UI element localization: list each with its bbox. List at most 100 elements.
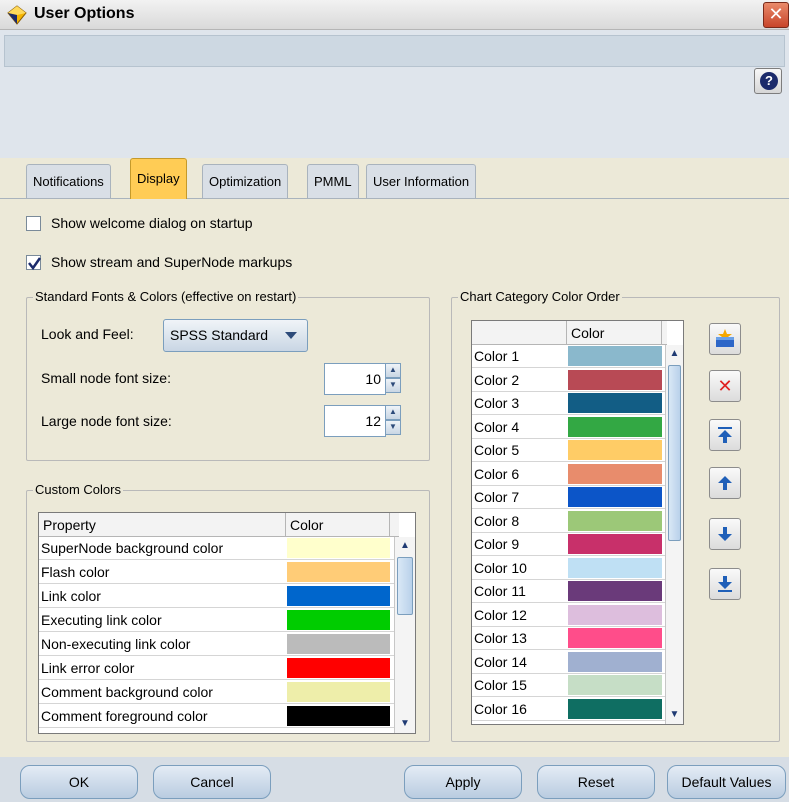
list-item[interactable]: Color 7 (472, 486, 665, 509)
list-item[interactable]: Color 16 (472, 698, 665, 721)
color-swatch[interactable] (568, 393, 662, 413)
window-title: User Options (34, 5, 135, 22)
list-item[interactable]: Color 2 (472, 369, 665, 392)
delete-icon: ✕ (717, 376, 733, 396)
color-swatch[interactable] (568, 604, 662, 625)
list-item[interactable]: Color 13 (472, 627, 665, 650)
list-item[interactable]: Color 1 (472, 345, 665, 368)
table-row[interactable]: Flash color (39, 561, 394, 584)
checkmark-icon (28, 257, 42, 271)
color-swatch[interactable] (568, 698, 662, 719)
look-and-feel-dropdown[interactable]: SPSS Standard (163, 319, 308, 352)
default-values-button[interactable]: Default Values (667, 765, 786, 799)
list-item[interactable]: Color 8 (472, 510, 665, 533)
list-item[interactable]: Color 15 (472, 674, 665, 697)
list-item[interactable]: Color 5 (472, 439, 665, 462)
tab-user-information[interactable]: User Information (366, 164, 477, 198)
chart-colors-scrollbar[interactable]: ▲ ▼ (665, 345, 683, 724)
list-item[interactable]: Color 10 (472, 557, 665, 580)
list-item[interactable]: Color 14 (472, 651, 665, 674)
help-button[interactable]: ? (754, 68, 782, 94)
scrollbar-thumb[interactable] (397, 557, 413, 615)
color-swatch[interactable] (568, 416, 662, 437)
large-font-stepper[interactable]: ▲ ▼ (385, 405, 401, 435)
apply-button[interactable]: Apply (404, 765, 522, 799)
table-header: Color (472, 321, 667, 345)
small-font-input[interactable]: 10 (324, 363, 386, 395)
increment-icon[interactable]: ▲ (385, 405, 401, 420)
color-swatch[interactable] (287, 658, 390, 678)
color-name: Color 5 (474, 442, 520, 458)
show-welcome-checkbox[interactable] (26, 216, 41, 231)
table-row[interactable]: SuperNode background color (39, 537, 394, 560)
increment-icon[interactable]: ▲ (385, 363, 401, 378)
close-button[interactable]: ✕ (763, 2, 789, 28)
show-markups-label: Show stream and SuperNode markups (51, 254, 293, 270)
color-swatch[interactable] (568, 581, 662, 601)
tab-divider (0, 198, 789, 199)
ok-button[interactable]: OK (20, 765, 138, 799)
color-swatch[interactable] (568, 346, 662, 366)
color-swatch[interactable] (568, 463, 662, 484)
move-up-button[interactable] (709, 467, 741, 499)
move-up-icon (718, 476, 732, 490)
custom-colors-scrollbar[interactable]: ▲ ▼ (394, 537, 415, 733)
table-row[interactable]: Executing link color (39, 609, 394, 632)
table-row[interactable]: Comment foreground color (39, 705, 394, 728)
color-swatch[interactable] (568, 557, 662, 578)
column-header-color[interactable]: Color (286, 513, 390, 537)
scroll-up-icon[interactable]: ▲ (666, 345, 683, 363)
large-font-input[interactable]: 12 (324, 405, 386, 437)
color-swatch[interactable] (568, 510, 662, 531)
scroll-up-icon[interactable]: ▲ (395, 537, 415, 555)
table-row[interactable]: Link color (39, 585, 394, 608)
decrement-icon[interactable]: ▼ (385, 378, 401, 393)
small-font-stepper[interactable]: ▲ ▼ (385, 363, 401, 393)
cancel-button[interactable]: Cancel (153, 765, 271, 799)
color-swatch[interactable] (287, 682, 390, 702)
color-swatch[interactable] (568, 440, 662, 460)
list-item[interactable]: Color 3 (472, 392, 665, 415)
list-item[interactable]: Color 11 (472, 580, 665, 603)
tab-display[interactable]: Display (130, 158, 187, 199)
list-item[interactable]: Color 12 (472, 604, 665, 627)
show-markups-checkbox[interactable] (26, 255, 42, 271)
tab-optimization[interactable]: Optimization (202, 164, 289, 198)
color-swatch[interactable] (287, 610, 390, 630)
color-swatch[interactable] (287, 706, 390, 726)
tab-pmml[interactable]: PMML (307, 164, 359, 198)
table-row[interactable]: Link error color (39, 657, 394, 680)
table-row[interactable]: Non-executing link color (39, 633, 394, 656)
color-swatch[interactable] (568, 369, 662, 390)
color-swatch[interactable] (287, 538, 390, 558)
delete-button[interactable]: ✕ (709, 370, 741, 402)
add-color-button[interactable] (709, 323, 741, 355)
scroll-down-icon[interactable]: ▼ (395, 715, 415, 733)
list-item[interactable]: Color 6 (472, 463, 665, 486)
decrement-icon[interactable]: ▼ (385, 420, 401, 435)
color-name: Color 11 (474, 583, 526, 599)
move-top-button[interactable] (709, 419, 741, 451)
color-swatch[interactable] (568, 628, 662, 648)
color-name: Color 3 (474, 395, 520, 411)
list-item[interactable]: Color 9 (472, 533, 665, 556)
color-swatch[interactable] (287, 562, 390, 582)
color-swatch[interactable] (568, 487, 662, 507)
move-bottom-button[interactable] (709, 568, 741, 600)
color-name: Color 14 (474, 653, 527, 670)
color-swatch[interactable] (287, 586, 390, 606)
color-swatch[interactable] (568, 675, 662, 695)
table-row[interactable]: Comment background color (39, 681, 394, 704)
scrollbar-thumb[interactable] (668, 365, 681, 541)
list-item[interactable]: Color 4 (472, 416, 665, 439)
column-header-color[interactable]: Color (567, 321, 662, 345)
color-swatch[interactable] (287, 634, 390, 654)
chart-colors-title: Chart Category Color Order (458, 289, 622, 304)
tab-notifications[interactable]: Notifications (26, 164, 111, 198)
scroll-down-icon[interactable]: ▼ (666, 706, 683, 724)
color-swatch[interactable] (568, 651, 662, 672)
column-header-property[interactable]: Property (39, 513, 286, 537)
color-swatch[interactable] (568, 534, 662, 554)
reset-button[interactable]: Reset (537, 765, 655, 799)
move-down-button[interactable] (709, 518, 741, 550)
